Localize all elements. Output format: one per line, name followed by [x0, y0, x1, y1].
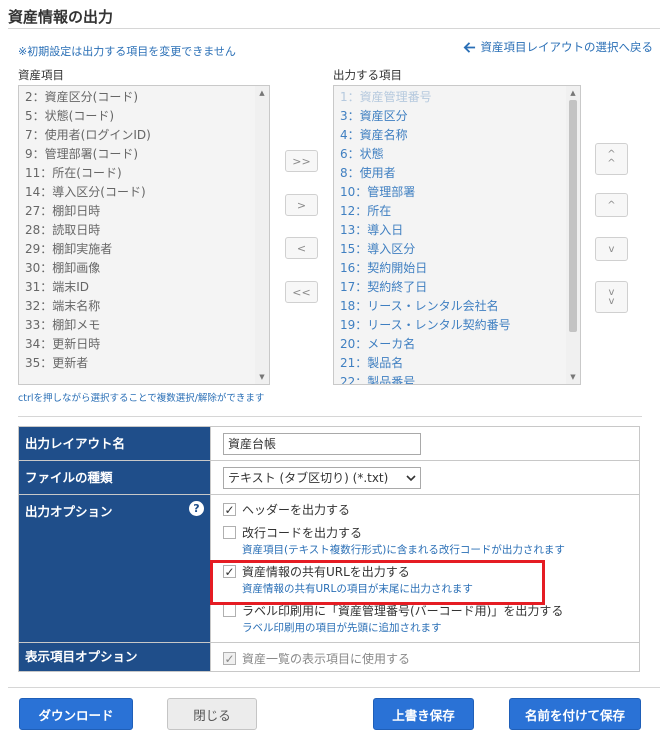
display-options-cell: ✓ 資産一覧の表示項目に使用する [211, 643, 639, 671]
chevron-up-icon: ^ [607, 158, 616, 169]
output-options-label: 出力オプション [25, 504, 113, 519]
list-item[interactable]: 7：使用者(ログインID) [25, 126, 255, 145]
header-option-label: ヘッダーを出力する [242, 503, 351, 517]
highlight-annotation-box [210, 560, 545, 605]
remove-all-button[interactable]: << [285, 281, 318, 303]
file-type-value: テキスト (タブ区切り) (*.txt) [228, 471, 389, 485]
download-button[interactable]: ダウンロード [19, 698, 133, 730]
list-item[interactable]: 28：読取日時 [25, 221, 255, 240]
list-item[interactable]: 6：状態 [340, 145, 566, 164]
list-item[interactable]: 27：棚卸日時 [25, 202, 255, 221]
file-type-label: ファイルの種類 [19, 461, 211, 494]
display-options-row: 表示項目オプション ✓ 資産一覧の表示項目に使用する [19, 643, 639, 671]
add-all-button[interactable]: >> [285, 150, 318, 172]
overwrite-save-button[interactable]: 上書き保存 [373, 698, 474, 730]
list-item[interactable]: 5：状態(コード) [25, 107, 255, 126]
label-print-option-description: ラベル印刷用の項目が先頭に追加されます [242, 622, 442, 634]
list-item[interactable]: 29：棚卸実施者 [25, 240, 255, 259]
help-icon[interactable]: ? [189, 501, 204, 516]
display-option-checkbox: ✓ [223, 651, 236, 666]
list-item[interactable]: 9：管理部署(コード) [25, 145, 255, 164]
close-button[interactable]: 閉じる [167, 698, 257, 730]
section-divider [18, 416, 642, 417]
asset-items-options: 2：資産区分(コード) 5：状態(コード) 7：使用者(ログインID) 9：管理部署(… [19, 86, 255, 384]
layout-name-input[interactable]: 資産台帳 [223, 433, 421, 455]
list-item[interactable]: 19：リース・レンタル契約番号 [340, 316, 566, 335]
newline-checkbox[interactable] [223, 526, 236, 539]
chevron-up-icon: ^ [607, 199, 616, 211]
initial-setting-note: ※初期設定は出力する項目を変更できません [18, 45, 236, 58]
list-item[interactable]: 8：使用者 [340, 164, 566, 183]
output-settings-table: 出力レイアウト名 資産台帳 ファイルの種類 テキスト (タブ区切り) (*.tx… [18, 426, 640, 672]
add-button[interactable]: > [285, 194, 318, 216]
newline-option-label: 改行コードを出力する [242, 526, 363, 540]
remove-button[interactable]: < [285, 237, 318, 259]
back-to-layout-link[interactable]: 資産項目レイアウトの選択へ戻る [463, 39, 654, 55]
newline-option-description: 資産項目(テキスト複数行形式)に含まれる改行コードが出力されます [242, 544, 565, 556]
list-item[interactable]: 11：所在(コード) [25, 164, 255, 183]
header-checkbox[interactable]: ✓ [223, 503, 236, 516]
asset-items-scrollbar[interactable]: ▲ ▼ [255, 86, 269, 384]
output-items-listbox[interactable]: 1：資産管理番号 3：資産区分 4：資産名称 6：状態 8：使用者 10：管理部署 12：所… [333, 85, 581, 385]
list-item[interactable]: 17：契約終了日 [340, 278, 566, 297]
newline-option[interactable]: 改行コードを出力する [223, 524, 362, 541]
file-type-select[interactable]: テキスト (タブ区切り) (*.txt) [223, 467, 421, 489]
chevron-down-icon [406, 475, 416, 482]
list-item[interactable]: 32：端末名称 [25, 297, 255, 316]
multi-select-hint: ctrlを押しながら選択することで複数選択/解除ができます [18, 393, 265, 404]
list-item[interactable]: 33：棚卸メモ [25, 316, 255, 335]
display-options-label: 表示項目オプション [19, 643, 211, 671]
list-item[interactable]: 10：管理部署 [340, 183, 566, 202]
move-up-button[interactable]: ^ [595, 193, 628, 217]
title-divider [8, 28, 660, 29]
label-print-checkbox[interactable] [223, 604, 236, 617]
output-items-scrollbar[interactable]: ▲ ▼ [566, 86, 580, 384]
asset-items-listbox[interactable]: 2：資産区分(コード) 5：状態(コード) 7：使用者(ログインID) 9：管理部署(… [18, 85, 270, 385]
scroll-down-icon[interactable]: ▼ [566, 370, 580, 384]
output-items-options: 1：資産管理番号 3：資産区分 4：資産名称 6：状態 8：使用者 10：管理部署 12：所… [334, 86, 566, 384]
header-option[interactable]: ✓ ヘッダーを出力する [223, 501, 350, 518]
scroll-thumb[interactable] [569, 100, 577, 332]
page-title: 資産情報の出力 [8, 8, 114, 26]
scroll-up-icon[interactable]: ▲ [566, 86, 580, 100]
layout-name-label: 出力レイアウト名 [19, 427, 211, 460]
list-item[interactable]: 4：資産名称 [340, 126, 566, 145]
list-item[interactable]: 20：メーカ名 [340, 335, 566, 354]
file-type-row: ファイルの種類 テキスト (タブ区切り) (*.txt) [19, 461, 639, 495]
file-type-cell: テキスト (タブ区切り) (*.txt) [211, 461, 639, 494]
list-item[interactable]: 31：端末ID [25, 278, 255, 297]
list-item[interactable]: 12：所在 [340, 202, 566, 221]
list-item[interactable]: 30：棚卸画像 [25, 259, 255, 278]
list-item[interactable]: 35：更新者 [25, 354, 255, 373]
layout-name-row: 出力レイアウト名 資産台帳 [19, 427, 639, 461]
list-item[interactable]: 2：資産区分(コード) [25, 88, 255, 107]
move-to-top-button[interactable]: ^ ^ [595, 143, 628, 175]
scroll-up-icon[interactable]: ▲ [255, 86, 269, 100]
list-item[interactable]: 21：製品名 [340, 354, 566, 373]
output-items-label: 出力する項目 [333, 68, 402, 82]
arrow-left-icon [463, 41, 475, 53]
list-item[interactable]: 34：更新日時 [25, 335, 255, 354]
move-to-bottom-button[interactable]: v v [595, 281, 628, 313]
display-option: ✓ 資産一覧の表示項目に使用する [223, 650, 410, 667]
asset-items-label: 資産項目 [18, 68, 64, 82]
list-item[interactable]: 22：製品番号 [340, 373, 566, 384]
list-item[interactable]: 13：導入日 [340, 221, 566, 240]
output-options-header: 出力オプション ? [19, 495, 211, 642]
list-item[interactable]: 14：導入区分(コード) [25, 183, 255, 202]
list-item[interactable]: 3：資産区分 [340, 107, 566, 126]
scroll-down-icon[interactable]: ▼ [255, 370, 269, 384]
list-item[interactable]: 1：資産管理番号 [340, 88, 566, 107]
footer-divider [8, 687, 660, 688]
back-link-label: 資産項目レイアウトの選択へ戻る [480, 40, 654, 54]
chevron-down-icon: v [608, 296, 615, 307]
list-item[interactable]: 18：リース・レンタル会社名 [340, 297, 566, 316]
list-item[interactable]: 15：導入区分 [340, 240, 566, 259]
chevron-down-icon: v [608, 243, 615, 255]
save-as-button[interactable]: 名前を付けて保存 [509, 698, 641, 730]
layout-name-cell: 資産台帳 [211, 427, 639, 460]
display-option-label: 資産一覧の表示項目に使用する [242, 652, 411, 666]
move-down-button[interactable]: v [595, 237, 628, 261]
list-item[interactable]: 16：契約開始日 [340, 259, 566, 278]
